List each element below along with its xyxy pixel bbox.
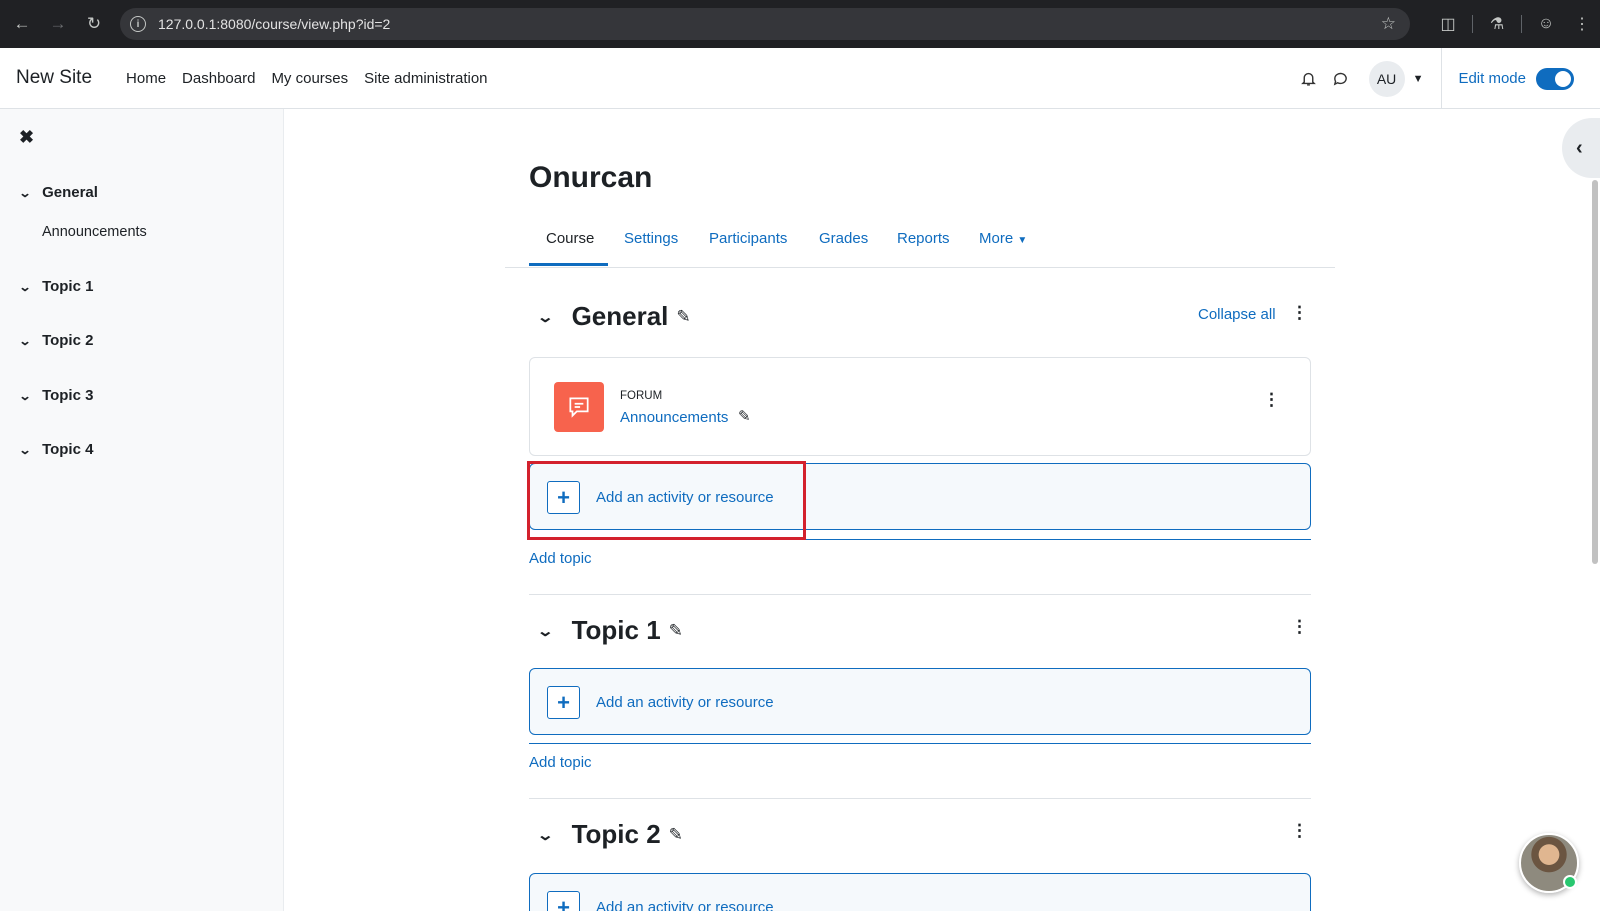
- page-scrollbar[interactable]: [1592, 180, 1598, 564]
- forward-arrow-icon[interactable]: →: [44, 10, 72, 38]
- chevron-down-icon[interactable]: ⌄: [18, 389, 31, 403]
- section-header-general: ⌄ General ✎: [536, 301, 690, 332]
- secondary-navigation: Course Settings Participants Grades Repo…: [505, 210, 1335, 268]
- section-title: General: [571, 301, 669, 331]
- edit-section-name-pencil-icon[interactable]: ✎: [676, 307, 690, 327]
- tab-settings[interactable]: Settings: [624, 230, 678, 247]
- section-header-topic-1: ⌄ Topic 1 ✎: [536, 615, 683, 646]
- browser-toolbar: ← → ↻ i 127.0.0.1:8080/course/view.php?i…: [0, 0, 1600, 48]
- site-brand[interactable]: New Site: [16, 67, 92, 89]
- open-block-drawer-chevron-left-icon[interactable]: ‹: [1562, 118, 1600, 178]
- reload-icon[interactable]: ↻: [80, 10, 108, 38]
- activity-type-label: FORUM: [620, 390, 663, 402]
- navbar-divider: [1441, 48, 1443, 109]
- back-arrow-icon[interactable]: ←: [8, 10, 36, 38]
- add-activity-label[interactable]: Add an activity or resource: [596, 694, 774, 711]
- nav-home[interactable]: Home: [126, 70, 166, 87]
- section-actions-kebab-icon[interactable]: ⋮: [1291, 303, 1308, 323]
- notifications-bell-icon[interactable]: [1293, 63, 1325, 95]
- extensions-icon[interactable]: ◫: [1430, 10, 1466, 38]
- drawer-section-label[interactable]: Topic 2: [42, 332, 93, 349]
- messages-chat-icon[interactable]: [1325, 63, 1357, 95]
- chevron-down-icon[interactable]: ⌄: [18, 186, 31, 200]
- tab-participants[interactable]: Participants: [709, 230, 787, 247]
- site-info-icon[interactable]: i: [130, 16, 146, 32]
- edit-mode-label: Edit mode: [1458, 70, 1526, 87]
- tab-more-label[interactable]: More: [979, 230, 1013, 247]
- plus-icon[interactable]: +: [547, 891, 580, 911]
- section-title: Topic 2: [571, 819, 661, 849]
- drawer-section-label[interactable]: General: [42, 184, 98, 201]
- collapse-all-link[interactable]: Collapse all: [1198, 306, 1276, 323]
- drawer-section-topic-1[interactable]: ⌄ Topic 1: [18, 278, 93, 295]
- nav-site-administration[interactable]: Site administration: [364, 70, 487, 87]
- drawer-section-label[interactable]: Topic 4: [42, 441, 93, 458]
- section-actions-kebab-icon[interactable]: ⋮: [1291, 617, 1308, 637]
- active-tab-indicator: [529, 263, 608, 266]
- section-title: Topic 1: [571, 615, 661, 645]
- address-bar[interactable]: i 127.0.0.1:8080/course/view.php?id=2 ☆: [120, 8, 1410, 40]
- page-title: Onurcan: [529, 161, 653, 194]
- add-activity-label[interactable]: Add an activity or resource: [596, 899, 774, 911]
- user-menu-chevron-down-icon[interactable]: ▼: [1413, 73, 1424, 85]
- url-text[interactable]: 127.0.0.1:8080/course/view.php?id=2: [158, 16, 390, 32]
- collapse-chevron-down-icon[interactable]: ⌄: [536, 826, 554, 844]
- activity-actions-kebab-icon[interactable]: ⋮: [1263, 390, 1280, 410]
- toolbar-divider: [1521, 15, 1522, 33]
- nav-dashboard[interactable]: Dashboard: [182, 70, 255, 87]
- tab-reports[interactable]: Reports: [897, 230, 950, 247]
- forum-icon[interactable]: [554, 382, 604, 432]
- section-header-topic-2: ⌄ Topic 2 ✎: [536, 819, 683, 850]
- primary-navigation: Home Dashboard My courses Site administr…: [118, 70, 496, 87]
- section-divider: [529, 594, 1311, 595]
- drawer-item-announcements[interactable]: Announcements: [42, 224, 147, 240]
- labs-flask-icon[interactable]: ⚗: [1479, 10, 1515, 38]
- section-actions-kebab-icon[interactable]: ⋮: [1291, 821, 1308, 841]
- edit-activity-name-pencil-icon[interactable]: ✎: [738, 407, 751, 425]
- online-status-dot: [1563, 875, 1577, 889]
- add-activity-button[interactable]: + Add an activity or resource: [529, 873, 1311, 911]
- nav-my-courses[interactable]: My courses: [271, 70, 348, 87]
- drawer-section-label[interactable]: Topic 1: [42, 278, 93, 295]
- collapse-chevron-down-icon[interactable]: ⌄: [536, 308, 554, 326]
- site-navbar: New Site Home Dashboard My courses Site …: [0, 48, 1600, 109]
- activity-card: FORUM Announcements ✎ ⋮: [529, 357, 1311, 456]
- plus-icon[interactable]: +: [547, 686, 580, 719]
- highlight-box: [527, 461, 806, 540]
- profile-icon[interactable]: ☺: [1528, 10, 1564, 38]
- add-activity-button[interactable]: + Add an activity or resource: [529, 668, 1311, 735]
- drawer-section-label[interactable]: Topic 3: [42, 387, 93, 404]
- drawer-section-general[interactable]: ⌄ General: [18, 184, 98, 201]
- chat-assistant-avatar[interactable]: [1519, 833, 1579, 893]
- drawer-section-topic-4[interactable]: ⌄ Topic 4: [18, 441, 93, 458]
- drawer-section-topic-2[interactable]: ⌄ Topic 2: [18, 332, 93, 349]
- chevron-down-icon[interactable]: ⌄: [18, 443, 31, 457]
- tab-more[interactable]: More ▼: [979, 230, 1027, 247]
- close-drawer-icon[interactable]: ✖: [19, 127, 34, 148]
- activity-name-link[interactable]: Announcements: [620, 409, 728, 426]
- toolbar-divider: [1472, 15, 1473, 33]
- edit-mode-toggle[interactable]: [1536, 67, 1574, 90]
- course-index-drawer: ✖ ⌄ General Announcements ⌄ Topic 1 ⌄ To…: [0, 109, 284, 911]
- chevron-down-icon[interactable]: ⌄: [18, 280, 31, 294]
- tab-course[interactable]: Course: [546, 230, 594, 247]
- section-divider: [529, 743, 1311, 744]
- add-topic-link[interactable]: Add topic: [529, 550, 592, 567]
- browser-menu-icon[interactable]: ⋮: [1564, 10, 1600, 38]
- edit-section-name-pencil-icon[interactable]: ✎: [669, 621, 683, 641]
- section-divider: [529, 798, 1311, 799]
- chevron-down-icon[interactable]: ⌄: [18, 334, 31, 348]
- drawer-section-topic-3[interactable]: ⌄ Topic 3: [18, 387, 93, 404]
- bookmark-star-icon[interactable]: ☆: [1381, 14, 1396, 34]
- add-topic-link[interactable]: Add topic: [529, 754, 592, 771]
- edit-section-name-pencil-icon[interactable]: ✎: [669, 825, 683, 845]
- chevron-down-icon[interactable]: ▼: [1017, 235, 1027, 246]
- collapse-chevron-down-icon[interactable]: ⌄: [536, 622, 554, 640]
- user-avatar[interactable]: AU: [1368, 60, 1405, 97]
- tab-grades[interactable]: Grades: [819, 230, 868, 247]
